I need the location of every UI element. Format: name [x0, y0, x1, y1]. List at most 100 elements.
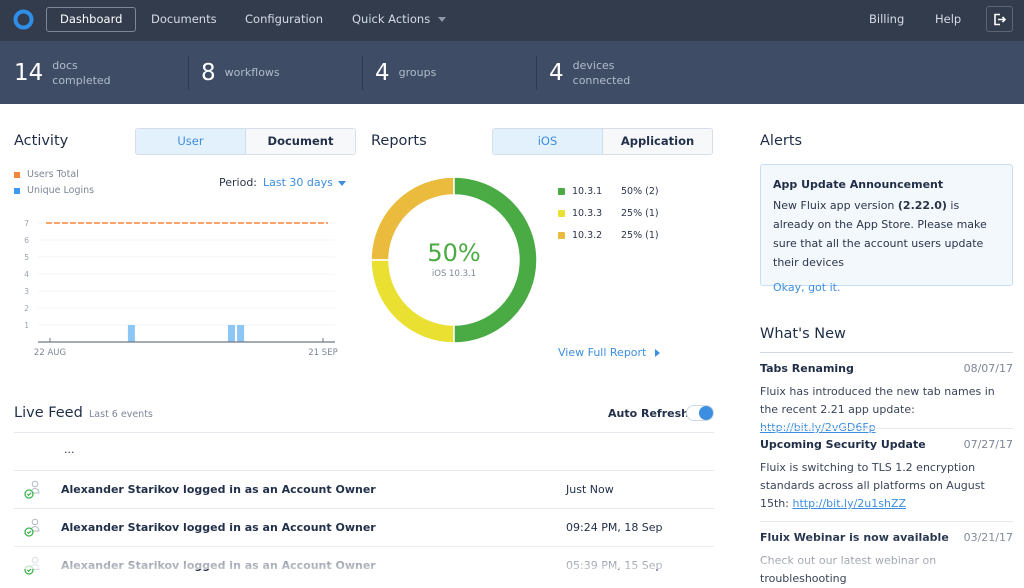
- stat-label-2: completed: [52, 73, 111, 87]
- stat-label-1: docs: [52, 58, 78, 72]
- stat-workflows[interactable]: 8 workflows: [201, 41, 280, 104]
- period-selector[interactable]: Period: Last 30 days: [219, 176, 346, 189]
- activity-chart: 1 2 3 4 5 6 7 22 AUG 21 SEP: [24, 219, 337, 358]
- legend-label: 10.3.3: [572, 208, 603, 219]
- y-tick-label: 7: [24, 219, 29, 228]
- legend-label: Unique Logins: [27, 185, 95, 196]
- whats-new-item: Upcoming Security Update 07/27/17 Fluix …: [760, 438, 1013, 510]
- feed-row[interactable]: Alexander Starikov logged in as an Accou…: [14, 508, 714, 546]
- x-tick-label: 22 AUG: [34, 348, 66, 358]
- y-tick-label: 2: [24, 304, 29, 313]
- stat-label-2: connected: [572, 73, 631, 87]
- view-full-report-label: View Full Report: [558, 346, 647, 359]
- divider: [760, 428, 1013, 429]
- feed-text: Alexander Starikov logged in as an Accou…: [61, 521, 376, 534]
- nav-quick-actions[interactable]: Quick Actions: [352, 0, 447, 41]
- feed-row[interactable]: Alexander Starikov logged in as an Accou…: [14, 546, 714, 584]
- alert-version: (2.22.0): [897, 199, 947, 212]
- login-bar[interactable]: [237, 325, 245, 342]
- stat-label: groups: [398, 66, 437, 79]
- tab-user[interactable]: User: [136, 129, 246, 154]
- activity-tabs: User Document: [135, 128, 356, 155]
- item-date: 03/21/17: [963, 531, 1013, 544]
- stats-bar: 14 docs completed 8 workflows 4 groups 4 …: [0, 41, 1024, 104]
- feed-more: ...: [64, 443, 75, 456]
- user-login-icon: [24, 480, 40, 499]
- legend-value: 50% (2): [621, 186, 659, 197]
- y-tick-label: 3: [24, 287, 29, 296]
- feed-more-row[interactable]: ...: [14, 432, 714, 470]
- period-value: Last 30 days: [263, 176, 333, 189]
- logout-button[interactable]: [986, 6, 1013, 32]
- alerts-title: Alerts: [760, 133, 803, 149]
- stat-divider: [188, 56, 189, 90]
- legend-swatch: [558, 188, 565, 195]
- ios-donut-chart: 50% iOS 10.3.1: [370, 176, 538, 344]
- feed-text: Alexander Starikov logged in as an Accou…: [61, 483, 376, 496]
- reports-title: Reports: [371, 133, 427, 149]
- item-date: 07/27/17: [963, 438, 1013, 451]
- stat-divider: [536, 56, 537, 90]
- legend-value: 25% (1): [621, 208, 659, 219]
- divider: [760, 521, 1013, 522]
- stat-divider: [362, 56, 363, 90]
- stat-label-1: devices: [572, 58, 615, 72]
- nav-dashboard[interactable]: Dashboard: [46, 7, 137, 32]
- divider: [760, 352, 1013, 353]
- chevron-down-icon: [337, 180, 346, 186]
- live-feed-subtitle: Last 6 events: [89, 409, 153, 420]
- item-link[interactable]: http://bit.ly/2u1shZZ: [792, 497, 906, 510]
- legend-swatch-blue: [14, 187, 20, 194]
- auto-refresh-toggle[interactable]: [686, 405, 714, 421]
- legend-swatch: [558, 210, 565, 217]
- user-login-icon: [24, 518, 40, 537]
- feed-row[interactable]: Alexander Starikov logged in as an Accou…: [14, 470, 714, 508]
- alert-body: New Fluix app version (2.22.0) is alread…: [773, 199, 987, 269]
- chevron-down-icon: [438, 17, 447, 22]
- activity-title: Activity: [14, 133, 69, 149]
- legend-unique-logins: Unique Logins: [14, 185, 94, 196]
- tab-ios[interactable]: iOS: [493, 129, 603, 154]
- nav-configuration[interactable]: Configuration: [245, 0, 323, 41]
- feed-time: 05:39 PM, 15 Sep: [566, 559, 663, 572]
- chevron-right-icon: [654, 349, 660, 357]
- toggle-knob: [699, 406, 713, 420]
- legend-label: Users Total: [27, 169, 79, 180]
- tab-document[interactable]: Document: [246, 129, 355, 154]
- alert-dismiss-link[interactable]: Okay, got it.: [773, 278, 1000, 297]
- stat-label: workflows: [224, 66, 280, 79]
- donut-legend-item: 10.3.3 25% (1): [558, 208, 659, 219]
- legend-users-total: Users Total: [14, 169, 79, 180]
- nav-help[interactable]: Help: [935, 0, 961, 41]
- nav-quick-actions-label: Quick Actions: [352, 12, 431, 26]
- reports-tabs: iOS Application: [492, 128, 713, 155]
- login-bar[interactable]: [127, 325, 135, 342]
- live-feed-title: Live Feed: [14, 405, 83, 421]
- nav-documents[interactable]: Documents: [151, 0, 217, 41]
- stat-devices-connected[interactable]: 4 devices connected: [549, 41, 630, 104]
- y-tick-label: 5: [24, 253, 29, 262]
- whats-new-title: What's New: [760, 326, 846, 342]
- auto-refresh-label: Auto Refresh: [608, 407, 689, 420]
- stat-value: 14: [14, 59, 44, 86]
- whats-new-item: Fluix Webinar is now available 03/21/17 …: [760, 529, 1013, 588]
- stat-value: 8: [201, 59, 216, 86]
- legend-value: 25% (1): [621, 230, 659, 241]
- login-bar[interactable]: [228, 325, 235, 342]
- alert-box: App Update Announcement New Fluix app ve…: [760, 164, 1013, 294]
- period-label: Period:: [219, 176, 258, 189]
- stat-groups[interactable]: 4 groups: [375, 41, 436, 104]
- alert-title: App Update Announcement: [773, 178, 944, 191]
- fluix-logo-icon[interactable]: [13, 9, 34, 30]
- view-full-report-link[interactable]: View Full Report: [558, 346, 660, 359]
- item-body: Check out our latest webinar on troubles…: [760, 554, 937, 585]
- legend-label: 10.3.2: [572, 230, 603, 241]
- stat-docs-completed[interactable]: 14 docs completed: [14, 41, 111, 104]
- donut-legend-item: 10.3.1 50% (2): [558, 186, 659, 197]
- logout-icon: [994, 13, 1006, 25]
- top-nav: Dashboard Documents Configuration Quick …: [0, 0, 1024, 41]
- nav-billing[interactable]: Billing: [869, 0, 904, 41]
- legend-swatch: [558, 232, 565, 239]
- tab-application[interactable]: Application: [603, 129, 712, 154]
- feed-time: Just Now: [566, 483, 614, 496]
